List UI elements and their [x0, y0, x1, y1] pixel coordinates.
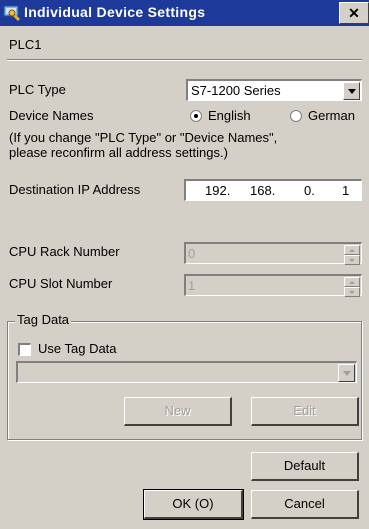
dropdown-button — [338, 364, 355, 382]
new-button-label: New — [164, 403, 191, 418]
radio-english-label[interactable]: English — [208, 108, 251, 123]
spinner-arrows — [344, 277, 360, 297]
ok-button-label: OK (O) — [172, 496, 214, 511]
note-line-2: please reconfirm all address settings.) — [9, 145, 228, 160]
device-names-label: Device Names — [9, 108, 94, 123]
note-line-1: (If you change "PLC Type" or "Device Nam… — [9, 130, 278, 145]
plc-type-select[interactable]: S7-1200 Series — [186, 79, 362, 101]
chevron-down-icon — [343, 371, 351, 376]
ip-address-field[interactable]: 192. 168. 0. 1 — [184, 179, 362, 201]
new-button: New — [124, 397, 232, 426]
spinner-arrows — [344, 245, 360, 265]
default-button[interactable]: Default — [251, 452, 359, 481]
settings-wrench-icon — [3, 5, 21, 22]
cpu-slot-value: 1 — [188, 278, 196, 293]
dropdown-button[interactable] — [343, 82, 360, 100]
ip-octet-3: 0. — [304, 183, 315, 198]
plc-type-label: PLC Type — [9, 82, 66, 97]
tag-data-select — [16, 361, 357, 383]
cpu-rack-spinner: 0 — [184, 242, 362, 265]
device-name-label: PLC1 — [9, 37, 42, 52]
spin-up-icon — [349, 281, 355, 284]
spin-up-icon — [349, 249, 355, 252]
use-tag-data-label[interactable]: Use Tag Data — [38, 341, 117, 356]
cpu-rack-value: 0 — [188, 246, 196, 261]
cancel-button-label: Cancel — [284, 496, 325, 511]
window-title: Individual Device Settings — [24, 4, 206, 20]
dialog-window: Individual Device Settings ✕ PLC1 PLC Ty… — [0, 0, 369, 529]
ip-octet-2: 168. — [250, 183, 276, 198]
chevron-down-icon — [348, 89, 356, 94]
cpu-slot-label: CPU Slot Number — [9, 276, 113, 291]
ip-address-label: Destination IP Address — [9, 182, 141, 197]
close-button[interactable]: ✕ — [339, 2, 369, 24]
cancel-button[interactable]: Cancel — [251, 490, 359, 519]
radio-german[interactable] — [290, 110, 302, 122]
edit-button-label: Edit — [293, 403, 316, 418]
title-bar[interactable]: Individual Device Settings ✕ — [0, 0, 369, 26]
spin-down-icon — [349, 291, 355, 294]
plc-type-value: S7-1200 Series — [191, 83, 281, 98]
ip-octet-1: 192. — [205, 183, 231, 198]
ip-octet-4: 1 — [342, 183, 350, 198]
radio-english[interactable] — [190, 110, 202, 122]
default-button-label: Default — [283, 458, 326, 473]
edit-button: Edit — [251, 397, 359, 426]
tag-data-group-label: Tag Data — [15, 312, 72, 327]
ok-button[interactable]: OK (O) — [143, 489, 244, 520]
cpu-rack-label: CPU Rack Number — [9, 244, 120, 259]
radio-german-label[interactable]: German — [308, 108, 355, 123]
divider — [7, 59, 362, 61]
close-icon: ✕ — [348, 5, 360, 21]
spin-down-icon — [349, 259, 355, 262]
use-tag-data-checkbox[interactable] — [18, 343, 31, 356]
cpu-slot-spinner: 1 — [184, 274, 362, 297]
